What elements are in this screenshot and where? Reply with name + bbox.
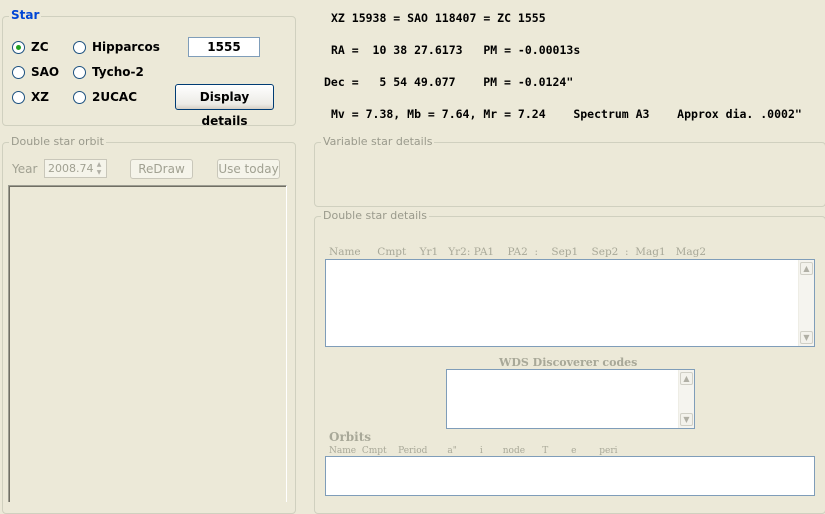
star-dec-line: Dec = 5 54 49.077 PM = -0.0124" <box>324 75 574 89</box>
double-star-details-title: Double star details <box>321 209 429 222</box>
orbits-columns-header: Name Cmpt Period a" i node T e peri <box>329 446 618 456</box>
spinner-up-icon[interactable]: ▲ <box>93 161 105 168</box>
redraw-button[interactable]: ReDraw <box>130 159 193 179</box>
double-star-list-scrollbar[interactable]: ▲ ▼ <box>798 260 814 346</box>
radio-sao-label[interactable]: SAO <box>31 65 59 79</box>
radio-xz[interactable] <box>12 91 25 104</box>
radio-tycho2-label[interactable]: Tycho-2 <box>92 65 144 79</box>
radio-selected-dot <box>16 45 21 50</box>
radio-sao[interactable] <box>12 66 25 79</box>
wds-discoverer-label: WDS Discoverer codes <box>499 356 638 369</box>
display-details-button[interactable]: Display details <box>175 84 274 128</box>
radio-zc[interactable] <box>12 41 25 54</box>
wds-list-scrollbar[interactable]: ▲ ▼ <box>678 370 694 428</box>
year-label: Year <box>12 162 38 176</box>
scroll-down-icon[interactable]: ▼ <box>800 331 813 344</box>
radio-2ucac-label[interactable]: 2UCAC <box>92 90 137 104</box>
radio-hipparcos-label[interactable]: Hipparcos <box>92 40 160 54</box>
double-star-list[interactable]: ▲ ▼ <box>325 259 815 347</box>
year-value: 2008.74 <box>48 162 94 175</box>
star-identifiers-line: XZ 15938 = SAO 118407 = ZC 1555 <box>331 11 546 25</box>
star-magnitude-line: Mv = 7.38, Mb = 7.64, Mr = 7.24 Spectrum… <box>331 107 802 121</box>
year-spinner[interactable]: 2008.74 ▲ ▼ <box>44 159 107 178</box>
orbits-list[interactable] <box>325 456 815 496</box>
radio-hipparcos[interactable] <box>73 41 86 54</box>
scroll-up-icon[interactable]: ▲ <box>800 262 813 275</box>
double-star-orbit-title: Double star orbit <box>9 135 106 148</box>
use-today-button[interactable]: Use today <box>217 159 280 179</box>
radio-2ucac[interactable] <box>73 91 86 104</box>
double-star-columns-header: Name Cmpt Yr1 Yr2: PA1 PA2 : Sep1 Sep2 :… <box>329 246 707 258</box>
orbit-plot-area <box>8 185 287 502</box>
scroll-up-icon[interactable]: ▲ <box>680 372 693 385</box>
star-ra-line: RA = 10 38 27.6173 PM = -0.00013s <box>331 43 581 57</box>
radio-zc-label[interactable]: ZC <box>31 40 49 54</box>
variable-star-groupbox: Variable star details <box>314 135 825 207</box>
spinner-down-icon[interactable]: ▼ <box>93 169 105 176</box>
star-number-input[interactable]: 1555 <box>188 37 260 57</box>
radio-xz-label[interactable]: XZ <box>31 90 49 104</box>
radio-tycho2[interactable] <box>73 66 86 79</box>
variable-star-title: Variable star details <box>321 135 435 148</box>
orbits-label: Orbits <box>329 430 372 444</box>
star-group-title: Star <box>9 8 42 22</box>
wds-discoverer-list[interactable]: ▲ ▼ <box>446 369 695 429</box>
scroll-down-icon[interactable]: ▼ <box>680 413 693 426</box>
